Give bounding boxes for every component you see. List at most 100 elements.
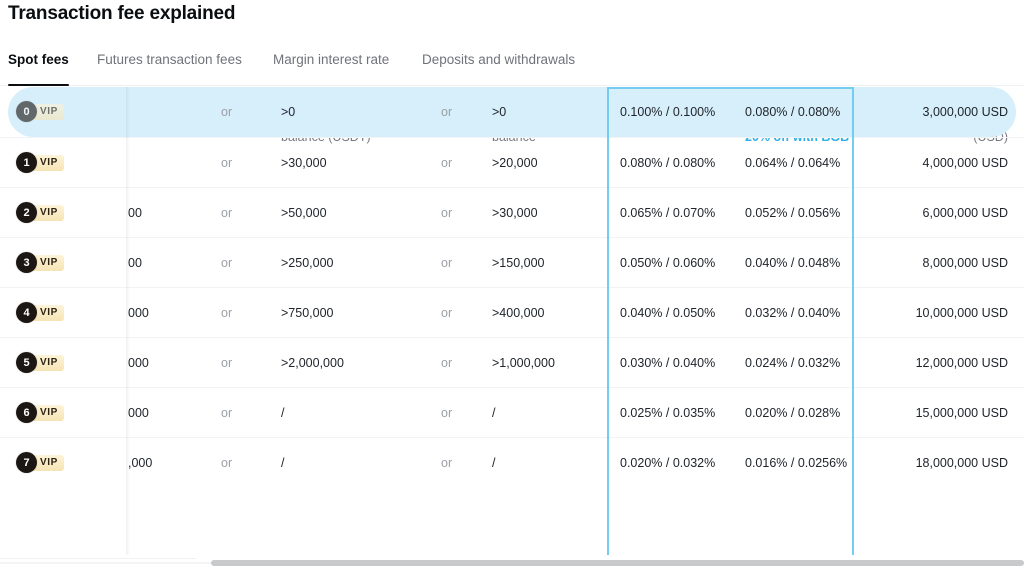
cell-daily-asset-balance: / [281,456,285,470]
cell-or-1: or [221,356,233,370]
cell-maker-taker-bgb: 0.052% / 0.056% [745,206,841,220]
cell-daily-asset-balance: >750,000 [281,306,334,320]
tab-label: Futures transaction fees [97,52,242,67]
scrollbar-thumb[interactable] [211,560,1024,566]
cell-maker-taker: 0.030% / 0.040% [620,356,716,370]
cell-bgb-balance: >150,000 [492,256,545,270]
cell-bgb-balance: >0 [492,105,507,119]
cell-daily-asset-balance: >30,000 [281,156,327,170]
cell-bgb-balance: / [492,456,496,470]
cell-or-2: or [441,105,453,119]
fee-table: VIP level trading volume or 30D average … [0,87,1024,555]
vip-level-number: 3 [16,252,37,273]
vip-level-number: 0 [16,101,37,122]
vip-level-number: 7 [16,452,37,473]
vip-level-badge: 0 VIP [16,101,64,122]
vip-level-number: 1 [16,152,37,173]
cell-maker-taker: 0.020% / 0.032% [620,456,716,470]
cell-maker-taker: 0.025% / 0.035% [620,406,716,420]
cell-or-1: or [221,206,233,220]
vip-level-badge: 1 VIP [16,152,64,173]
cell-or-1: or [221,156,233,170]
cell-maker-taker: 0.100% / 0.100% [620,105,716,119]
vip-level-badge: 7 VIP [16,452,64,473]
tab-label: Spot fees [8,52,69,67]
cell-withdrawal-limit: 12,000,000 USD [915,356,1008,370]
cell-bgb-balance: >400,000 [492,306,545,320]
transaction-fee-page: Transaction fee explained Spot fees Futur… [0,0,1024,576]
cell-or-2: or [441,306,453,320]
cell-maker-taker: 0.050% / 0.060% [620,256,716,270]
cell-maker-taker: 0.080% / 0.080% [620,156,716,170]
cell-maker-taker: 0.040% / 0.050% [620,306,716,320]
tab-margin-interest-rate[interactable]: Margin interest rate [273,52,389,84]
cell-trading-volume [128,87,218,137]
tab-label: Margin interest rate [273,52,390,67]
cell-maker-taker-bgb: 0.016% / 0.0256% [745,456,848,470]
cell-trading-volume: 00 [128,256,142,270]
cell-maker-taker-bgb: 0.040% / 0.048% [745,256,841,270]
table-row[interactable]: 6 VIP 000 or / or / 0.025% / 0.035% 0.020% / 0.0… [0,387,1024,437]
vip-level-number: 6 [16,402,37,423]
cell-or-2: or [441,456,453,470]
cell-or-2: or [441,406,453,420]
table-row[interactable]: 0 VIP or >0 or >0 0.100% / 0.100% 0.080% / 0.08… [0,87,1024,137]
table-row[interactable]: 2 VIP 00 or >50,000 or >30,000 0.065% / 0.070% 0… [0,187,1024,237]
cell-bgb-balance: >30,000 [492,206,538,220]
table-row[interactable]: 5 VIP 000 or >2,000,000 or >1,000,000 0.030% / … [0,337,1024,387]
cell-or-1: or [221,256,233,270]
cell-trading-volume: 000 [128,306,149,320]
cell-bgb-balance: >1,000,000 [492,356,555,370]
cell-withdrawal-limit: 3,000,000 USD [922,105,1008,119]
tab-active-underline [8,83,69,86]
cell-withdrawal-limit: 10,000,000 USD [915,306,1008,320]
cell-trading-volume: ,000 [128,456,153,470]
cell-withdrawal-limit: 6,000,000 USD [922,206,1008,220]
vip-level-badge: 6 VIP [16,402,64,423]
footer-divider [0,558,196,559]
page-title: Transaction fee explained [8,3,236,24]
cell-withdrawal-limit: 18,000,000 USD [915,456,1008,470]
vip-level-number: 5 [16,352,37,373]
cell-maker-taker-bgb: 0.020% / 0.028% [745,406,841,420]
cell-daily-asset-balance: >50,000 [281,206,327,220]
cell-trading-volume: 00 [128,206,142,220]
cell-maker-taker-bgb: 0.024% / 0.032% [745,356,841,370]
cell-or-2: or [441,356,453,370]
table-row[interactable]: 7 VIP ,000 or / or / 0.020% / 0.032% 0.016% / 0.… [0,437,1024,487]
vip-level-badge: 2 VIP [16,202,64,223]
horizontal-scrollbar[interactable] [0,560,1024,566]
cell-daily-asset-balance: >250,000 [281,256,334,270]
cell-or-1: or [221,105,233,119]
cell-maker-taker: 0.065% / 0.070% [620,206,716,220]
vip-level-badge: 4 VIP [16,302,64,323]
cell-maker-taker-bgb: 0.080% / 0.080% [745,105,841,119]
tab-futures-transaction-fees[interactable]: Futures transaction fees [97,52,242,84]
tab-spot-fees[interactable]: Spot fees [8,52,69,86]
cell-daily-asset-balance: >2,000,000 [281,356,344,370]
table-row[interactable]: 1 VIP or >30,000 or >20,000 0.080% / 0.080% 0.0… [0,137,1024,187]
vip-level-number: 2 [16,202,37,223]
table-row[interactable]: 4 VIP 000 or >750,000 or >400,000 0.040% / 0.05… [0,287,1024,337]
vip-level-badge: 3 VIP [16,252,64,273]
cell-withdrawal-limit: 4,000,000 USD [922,156,1008,170]
tab-label: Deposits and withdrawals [422,52,576,67]
cell-or-1: or [221,456,233,470]
tab-bar: Spot fees Futures transaction fees Margin … [0,52,1024,86]
cell-or-2: or [441,256,453,270]
cell-maker-taker-bgb: 0.064% / 0.064% [745,156,841,170]
tab-deposits-and-withdrawals[interactable]: Deposits and withdrawals [422,52,575,84]
cell-daily-asset-balance: / [281,406,285,420]
cell-maker-taker-bgb: 0.032% / 0.040% [745,306,841,320]
cell-or-1: or [221,406,233,420]
cell-withdrawal-limit: 8,000,000 USD [922,256,1008,270]
cell-withdrawal-limit: 15,000,000 USD [915,406,1008,420]
table-row[interactable]: 3 VIP 00 or >250,000 or >150,000 0.050% / 0.060… [0,237,1024,287]
cell-bgb-balance: >20,000 [492,156,538,170]
cell-trading-volume [128,138,218,188]
cell-or-2: or [441,206,453,220]
cell-bgb-balance: / [492,406,496,420]
cell-trading-volume: 000 [128,406,149,420]
cell-or-1: or [221,306,233,320]
cell-daily-asset-balance: >0 [281,105,296,119]
